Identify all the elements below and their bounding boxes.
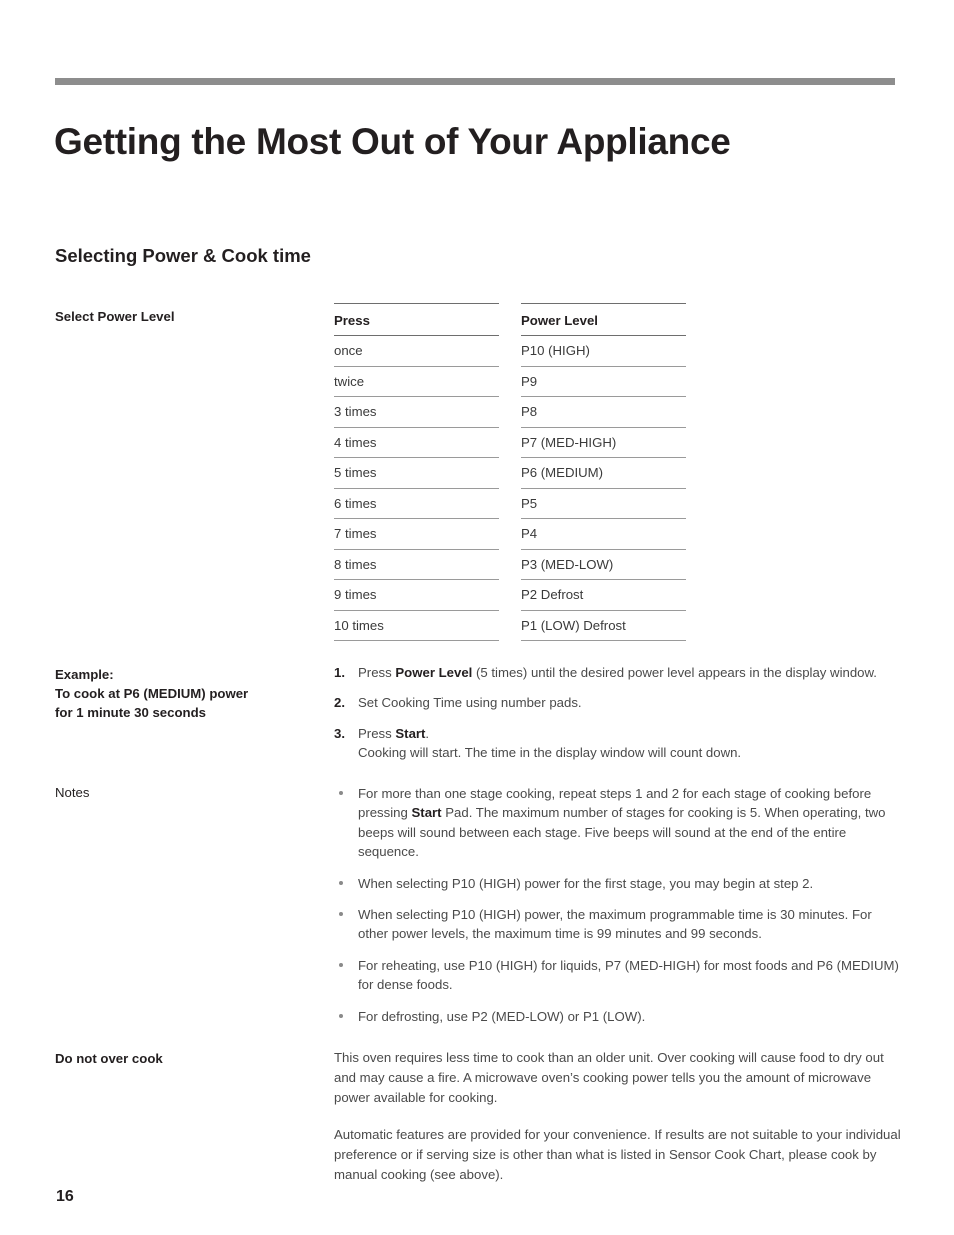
table-row: 6 times xyxy=(334,489,499,519)
list-item: 2. Set Cooking Time using number pads. xyxy=(334,693,900,712)
table-row: once xyxy=(334,336,499,367)
table-row: P5 xyxy=(521,489,686,519)
table-row: 10 times xyxy=(334,611,499,641)
table-row: 8 times xyxy=(334,550,499,580)
bullet-icon xyxy=(339,791,343,795)
list-item: For defrosting, use P2 (MED-LOW) or P1 (… xyxy=(334,1007,904,1026)
note-text: For reheating, use P10 (HIGH) for liquid… xyxy=(358,957,899,993)
note-text: When selecting P10 (HIGH) power, the max… xyxy=(358,907,872,942)
table-row: P7 (MED-HIGH) xyxy=(521,428,686,458)
list-item: For reheating, use P10 (HIGH) for liquid… xyxy=(334,956,904,995)
label-do-not-over-cook: Do not over cook xyxy=(55,1051,163,1066)
note-text: For defrosting, use P2 (MED-LOW) or P1 (… xyxy=(358,1008,646,1024)
procedure-steps: 1. Press Power Level (5 times) until the… xyxy=(334,663,900,762)
table-row: P2 Defrost xyxy=(521,580,686,611)
power-table-column-power-level: Power Level P10 (HIGH) P9 P8 P7 (MED-HIG… xyxy=(521,303,686,641)
page-title: Getting the Most Out of Your Appliance xyxy=(54,120,731,162)
section-heading: Selecting Power & Cook time xyxy=(55,245,311,267)
note-text: When selecting P10 (HIGH) power for the … xyxy=(358,875,814,891)
step-text: Set Cooking Time using number pads. xyxy=(358,695,582,711)
table-row: P6 (MEDIUM) xyxy=(521,458,686,489)
bullet-icon xyxy=(339,962,343,967)
table-row: P9 xyxy=(521,367,686,397)
list-item: When selecting P10 (HIGH) power, the max… xyxy=(334,905,904,944)
paragraph: Automatic features are provided for your… xyxy=(334,1127,901,1183)
label-select-power-level: Select Power Level xyxy=(55,309,175,324)
header-rule xyxy=(55,78,895,85)
notes-list: For more than one stage cooking, repeat … xyxy=(334,784,904,1026)
list-item: 1. Press Power Level (5 times) until the… xyxy=(334,663,900,682)
label-notes: Notes xyxy=(55,785,90,800)
list-item: When selecting P10 (HIGH) power for the … xyxy=(334,874,904,893)
table-row: twice xyxy=(334,367,499,397)
table-row: P10 (HIGH) xyxy=(521,336,686,367)
step-number: 2. xyxy=(334,695,345,711)
column-header-power-level: Power Level xyxy=(521,303,686,336)
bullet-icon xyxy=(339,880,343,885)
table-row: P1 (LOW) Defrost xyxy=(521,611,686,641)
step-number: 3. xyxy=(334,725,345,741)
table-row: 7 times xyxy=(334,519,499,550)
power-level-table: Press once twice 3 times 4 times 5 times… xyxy=(334,303,686,641)
table-row: P8 xyxy=(521,397,686,428)
bullet-icon xyxy=(339,1013,343,1018)
step-text: Press Start. Cooking will start. The time… xyxy=(358,725,742,760)
table-row: 9 times xyxy=(334,580,499,611)
list-item: For more than one stage cooking, repeat … xyxy=(334,784,904,862)
paragraph: This oven requires less time to cook tha… xyxy=(334,1050,884,1106)
step-number: 1. xyxy=(334,665,345,680)
table-row: P3 (MED-LOW) xyxy=(521,550,686,580)
bullet-icon xyxy=(339,912,343,917)
power-table-column-press: Press once twice 3 times 4 times 5 times… xyxy=(334,303,499,641)
table-row: P4 xyxy=(521,519,686,550)
label-example: Example: To cook at P6 (MEDIUM) power fo… xyxy=(55,667,249,721)
do-not-over-cook-body: This oven requires less time to cook tha… xyxy=(334,1048,902,1185)
table-row: 4 times xyxy=(334,428,499,458)
note-text: For more than one stage cooking, repeat … xyxy=(358,786,886,860)
step-text: Press Power Level (5 times) until the de… xyxy=(358,665,877,680)
page-number: 16 xyxy=(56,1188,74,1205)
table-row: 3 times xyxy=(334,397,499,428)
manual-page: Getting the Most Out of Your Appliance S… xyxy=(0,0,954,1235)
table-row: 5 times xyxy=(334,458,499,489)
column-header-press: Press xyxy=(334,303,499,336)
list-item: 3. Press Start. Cooking will start. The t… xyxy=(334,724,900,763)
